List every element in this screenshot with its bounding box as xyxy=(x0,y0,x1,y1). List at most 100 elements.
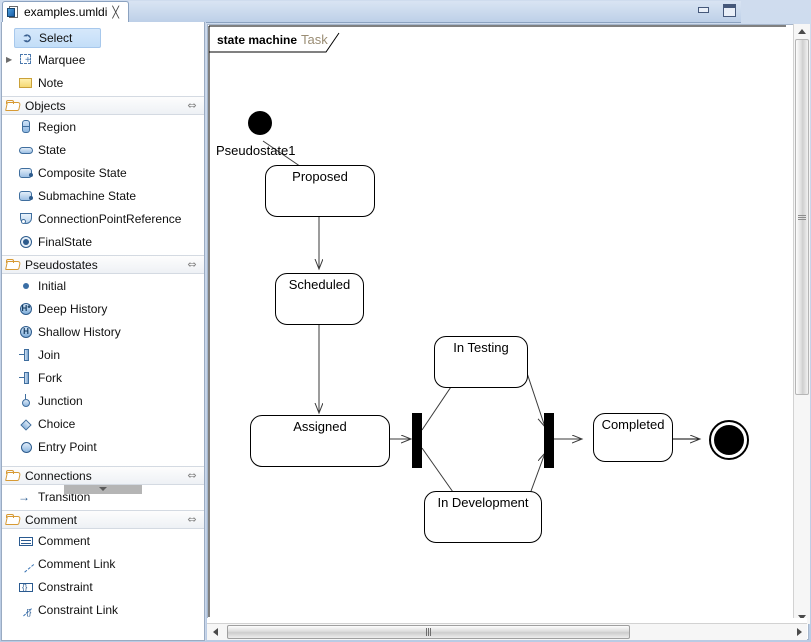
state-label: In Testing xyxy=(453,340,508,355)
palette-item-label: Deep History xyxy=(38,302,107,316)
vertical-scrollbar-thumb[interactable] xyxy=(795,39,809,395)
collapse-icon[interactable]: ⇔ xyxy=(185,259,199,271)
chevron-down-icon xyxy=(99,487,107,491)
palette-scroll-down-button[interactable] xyxy=(64,484,142,494)
palette-item-state[interactable]: State xyxy=(2,138,204,161)
palette-tool-note[interactable]: Note xyxy=(2,71,204,94)
palette-item-label: Comment xyxy=(38,534,90,548)
section-title: Comment xyxy=(25,513,77,527)
folder-icon xyxy=(6,514,21,526)
palette-section-connections[interactable]: Connections ⇔ xyxy=(2,466,204,485)
entry-point-icon xyxy=(18,439,34,455)
note-icon xyxy=(18,75,34,91)
editor-tab-examples-umldi[interactable]: examples.umldi ╳ xyxy=(2,1,129,22)
palette-item-comment[interactable]: Comment xyxy=(2,529,204,552)
chevron-right-icon[interactable]: ▶ xyxy=(6,55,13,65)
palette-item-label: Entry Point xyxy=(38,440,97,454)
scroll-left-button[interactable] xyxy=(207,624,223,640)
diagram-canvas[interactable]: state machineTask Pseudostate1 Proposed … xyxy=(207,24,809,640)
shallow-history-glyph: H xyxy=(20,326,32,338)
palette-item-label: Fork xyxy=(38,371,62,385)
palette-item-composite-state[interactable]: Composite State xyxy=(2,161,204,184)
diagram-frame-label: state machineTask xyxy=(211,28,341,54)
diagram-node-in-testing[interactable]: In Testing xyxy=(434,336,528,388)
palette-item-label: FinalState xyxy=(38,235,92,249)
palette-item-label: Junction xyxy=(38,394,83,408)
junction-icon xyxy=(18,393,34,409)
palette-item-label: State xyxy=(38,143,66,157)
palette-tool-marquee[interactable]: ▶ Marquee xyxy=(2,48,204,71)
arrow-glyph: → xyxy=(18,490,30,504)
diagram-node-join[interactable] xyxy=(544,413,554,468)
palette-item-shallow-history[interactable]: H Shallow History xyxy=(2,320,204,343)
palette-item-label: Comment Link xyxy=(38,557,115,571)
palette-tool-label: Select xyxy=(39,31,72,45)
collapse-icon[interactable]: ⇔ xyxy=(185,514,199,526)
palette-item-label: Choice xyxy=(38,417,75,431)
palette-item-join[interactable]: Join xyxy=(2,343,204,366)
state-icon xyxy=(18,142,34,158)
diagram-surface[interactable]: state machineTask Pseudostate1 Proposed … xyxy=(208,25,793,621)
palette-panel: ➲ Select ▶ Marquee Note Objects ⇔ Region… xyxy=(1,22,205,641)
application-window: examples.umldi ╳ ➲ Select ▶ Marquee Note… xyxy=(0,0,811,642)
tab-bar: examples.umldi ╳ xyxy=(0,0,811,22)
palette-item-label: Constraint xyxy=(38,580,93,594)
fork-icon xyxy=(18,370,34,386)
region-icon xyxy=(18,119,34,135)
state-label: Completed xyxy=(602,417,665,432)
folder-icon xyxy=(6,470,21,482)
collapse-icon[interactable]: ⇔ xyxy=(185,470,199,482)
palette-item-label: Constraint Link xyxy=(38,603,118,617)
diagram-node-finalstate[interactable] xyxy=(709,420,749,460)
cursor-icon: ➲ xyxy=(19,30,35,46)
diagram-node-pseudostate1[interactable] xyxy=(248,111,272,135)
palette-tool-select[interactable]: ➲ Select xyxy=(14,28,101,48)
palette-section-comment[interactable]: Comment ⇔ xyxy=(2,510,204,529)
deep-history-glyph: H* xyxy=(20,303,32,315)
folder-icon xyxy=(6,100,21,112)
palette-item-label: Submachine State xyxy=(38,189,136,203)
palette-item-final-state[interactable]: FinalState xyxy=(2,230,204,253)
folder-icon xyxy=(6,259,21,271)
palette-section-objects[interactable]: Objects ⇔ xyxy=(2,96,204,115)
submachine-state-icon xyxy=(18,188,34,204)
palette-item-submachine-state[interactable]: Submachine State xyxy=(2,184,204,207)
final-state-icon xyxy=(18,234,34,250)
palette-item-junction[interactable]: Junction xyxy=(2,389,204,412)
diagram-node-proposed[interactable]: Proposed xyxy=(265,165,375,217)
join-icon xyxy=(18,347,34,363)
collapse-icon[interactable]: ⇔ xyxy=(185,100,199,112)
palette-item-entry-point[interactable]: Entry Point xyxy=(2,435,204,458)
diagram-node-assigned[interactable]: Assigned xyxy=(250,415,390,467)
diagram-node-completed[interactable]: Completed xyxy=(593,413,673,462)
canvas-horizontal-scrollbar[interactable] xyxy=(207,623,807,640)
palette-item-connection-point-reference[interactable]: ConnectionPointReference xyxy=(2,207,204,230)
palette-item-region[interactable]: Region xyxy=(2,115,204,138)
palette-section-pseudostates[interactable]: Pseudostates ⇔ xyxy=(2,255,204,274)
palette-item-label: Join xyxy=(38,348,60,362)
diagram-node-in-development[interactable]: In Development xyxy=(424,491,542,543)
palette-item-fork[interactable]: Fork xyxy=(2,366,204,389)
palette-item-initial[interactable]: Initial xyxy=(2,274,204,297)
palette-item-comment-link[interactable]: Comment Link xyxy=(2,552,204,575)
palette-item-constraint[interactable]: Constraint xyxy=(2,575,204,598)
close-icon[interactable]: ╳ xyxy=(112,7,119,18)
section-title: Objects xyxy=(25,99,66,113)
palette-item-deep-history[interactable]: H* Deep History xyxy=(2,297,204,320)
horizontal-scrollbar-thumb[interactable] xyxy=(227,625,630,639)
palette-item-label: Region xyxy=(38,120,76,134)
comment-icon xyxy=(18,533,34,549)
section-title: Pseudostates xyxy=(25,258,98,272)
diagram-node-fork[interactable] xyxy=(412,413,422,468)
scroll-right-button[interactable] xyxy=(791,624,807,640)
shallow-history-icon: H xyxy=(18,324,34,340)
canvas-vertical-scrollbar[interactable] xyxy=(793,24,810,624)
diagram-node-scheduled[interactable]: Scheduled xyxy=(275,273,364,325)
state-label: Proposed xyxy=(292,169,348,184)
scroll-up-button[interactable] xyxy=(794,24,810,38)
palette-item-constraint-link[interactable]: Constraint Link xyxy=(2,598,204,621)
palette-item-choice[interactable]: Choice xyxy=(2,412,204,435)
transition-arrow-icon: → xyxy=(18,489,34,505)
section-title: Connections xyxy=(25,469,92,483)
comment-link-icon xyxy=(18,556,34,572)
